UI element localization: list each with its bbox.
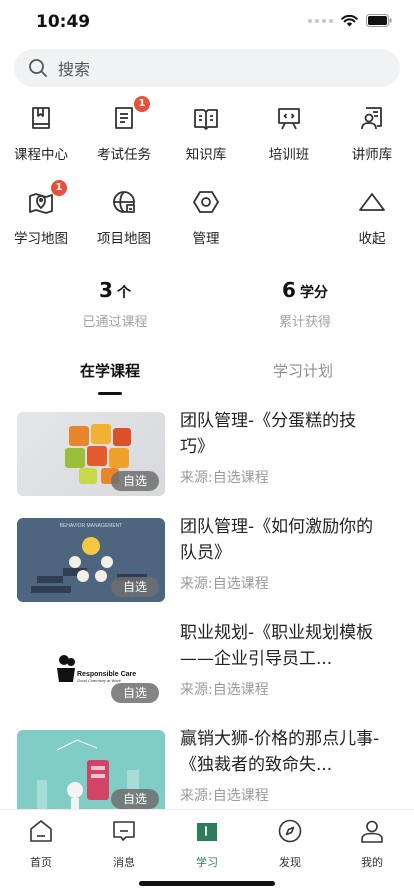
tab-label: 学习 (196, 856, 218, 869)
stats-panel: 3个 已通过课程 6 学分 累计获得 (0, 278, 414, 334)
tab-messages[interactable]: 消息 (89, 818, 159, 870)
course-thumbnail: BEHAVIOR MANAGEMENT 自选 (17, 518, 165, 602)
grid-item-label: 讲师库 (351, 147, 393, 163)
search-icon (29, 59, 47, 77)
tab-study-plan[interactable]: 学习计划 (233, 360, 373, 381)
self-selected-tag: 自选 (111, 471, 159, 491)
tab-discover[interactable]: 发现 (255, 818, 325, 870)
tab-profile[interactable]: 我的 (337, 818, 407, 870)
profile-icon (361, 820, 383, 843)
list-item[interactable]: 自选 赢销大狮-价格的那点儿事-《独裁者的致命失... 来源:自选课程 (0, 729, 414, 814)
course-source: 来源:自选课程 (180, 470, 269, 486)
stat-desc: 已通过课程 (82, 315, 148, 330)
course-center-icon (25, 102, 57, 134)
grid-item-learning-map[interactable]: 1 学习地图 (1, 180, 81, 247)
thumbnail-logo-name: Responsible Care (77, 671, 136, 678)
discover-compass-icon (278, 819, 302, 843)
stat-unit: 个 (116, 285, 131, 301)
course-source: 来源:自选课程 (180, 576, 269, 592)
project-map-icon (108, 186, 140, 218)
self-selected-tag: 自选 (111, 789, 159, 809)
list-item[interactable]: Responsible Care Good Chemistry at Work … (0, 623, 414, 708)
grid-item-training-class[interactable]: 培训班 (249, 102, 329, 163)
course-source: 来源:自选课程 (180, 682, 269, 698)
status-indicators (308, 14, 392, 27)
study-book-icon (197, 823, 217, 841)
home-icon (30, 820, 52, 842)
list-item[interactable]: BEHAVIOR MANAGEMENT 自选 团队管理-《如何激励你的队员》 来… (0, 517, 414, 602)
exam-task-badge: 1 (134, 96, 150, 112)
course-thumbnail: Responsible Care Good Chemistry at Work … (17, 624, 165, 708)
stat-passed-courses[interactable]: 3个 已通过课程 (40, 278, 190, 330)
self-selected-tag: 自选 (111, 683, 159, 703)
lecturer-icon (356, 102, 388, 134)
battery-icon (366, 14, 392, 27)
course-tabs: 在学课程 学习计划 (0, 360, 414, 400)
grid-item-label: 培训班 (268, 147, 310, 163)
message-icon (113, 821, 135, 841)
course-title: 团队管理-《分蛋糕的技巧》 (180, 411, 357, 457)
grid-item-label: 收起 (358, 231, 386, 247)
grid-item-collapse[interactable]: 收起 (332, 186, 412, 247)
status-bar: 10:49 (0, 0, 414, 44)
stat-unit: 学分 (299, 285, 328, 301)
tab-label: 首页 (30, 856, 52, 869)
grid-item-manage[interactable]: 管理 (166, 186, 246, 247)
grid-item-label: 管理 (192, 231, 220, 247)
stat-credits[interactable]: 6 学分 累计获得 (230, 278, 380, 330)
list-item[interactable]: 自选 团队管理-《分蛋糕的技巧》 来源:自选课程 (0, 411, 414, 496)
course-title: 职业规划-《职业规划模板——企业引导员工... (180, 623, 374, 669)
course-title: 团队管理-《如何激励你的队员》 (180, 517, 374, 563)
grid-item-course-center[interactable]: 课程中心 (1, 102, 81, 163)
tab-home[interactable]: 首页 (6, 818, 76, 870)
grid-item-label: 课程中心 (14, 147, 68, 163)
tab-label: 消息 (113, 856, 135, 869)
stat-desc: 累计获得 (278, 315, 331, 330)
thumbnail-banner-text: BEHAVIOR MANAGEMENT (60, 523, 123, 529)
grid-item-project-map[interactable]: 项目地图 (84, 186, 164, 247)
tab-label: 发现 (279, 856, 301, 869)
tab-label: 我的 (361, 856, 383, 869)
course-source: 来源:自选课程 (180, 788, 269, 804)
tab-study[interactable]: 学习 (172, 818, 242, 870)
collapse-triangle-icon (356, 186, 388, 218)
grid-item-exam-task[interactable]: 1 考试任务 (84, 96, 164, 163)
learning-map-icon: 1 (25, 180, 67, 218)
course-thumbnail: 自选 (17, 412, 165, 496)
grid-item-lecturer[interactable]: 讲师库 (332, 102, 412, 163)
cellular-signal-icon (308, 18, 333, 23)
thumbnail-logo-tagline: Good Chemistry at Work (77, 678, 122, 683)
knowledge-base-icon (190, 102, 222, 134)
search-bar[interactable]: 搜索 (14, 49, 400, 87)
grid-item-label: 考试任务 (97, 147, 151, 163)
tab-in-progress-courses[interactable]: 在学课程 (40, 360, 180, 381)
home-indicator[interactable] (139, 881, 275, 886)
learning-map-badge: 1 (51, 180, 67, 196)
grid-item-label: 项目地图 (97, 231, 151, 247)
course-title: 赢销大狮-价格的那点儿事-《独裁者的致命失... (180, 729, 380, 775)
course-thumbnail: 自选 (17, 730, 165, 814)
manage-hexagon-icon (190, 186, 222, 218)
training-class-icon (273, 102, 305, 134)
stat-value: 3 (99, 278, 113, 302)
search-input[interactable]: 搜索 (58, 56, 90, 80)
grid-item-knowledge-base[interactable]: 知识库 (166, 102, 246, 163)
status-time: 10:49 (36, 12, 91, 32)
stat-value: 6 (282, 278, 296, 302)
grid-item-label: 学习地图 (14, 231, 68, 247)
grid-item-label: 知识库 (185, 147, 227, 163)
self-selected-tag: 自选 (111, 577, 159, 597)
wifi-icon (341, 14, 358, 26)
exam-task-icon: 1 (108, 96, 150, 134)
active-tab-indicator (98, 392, 122, 395)
